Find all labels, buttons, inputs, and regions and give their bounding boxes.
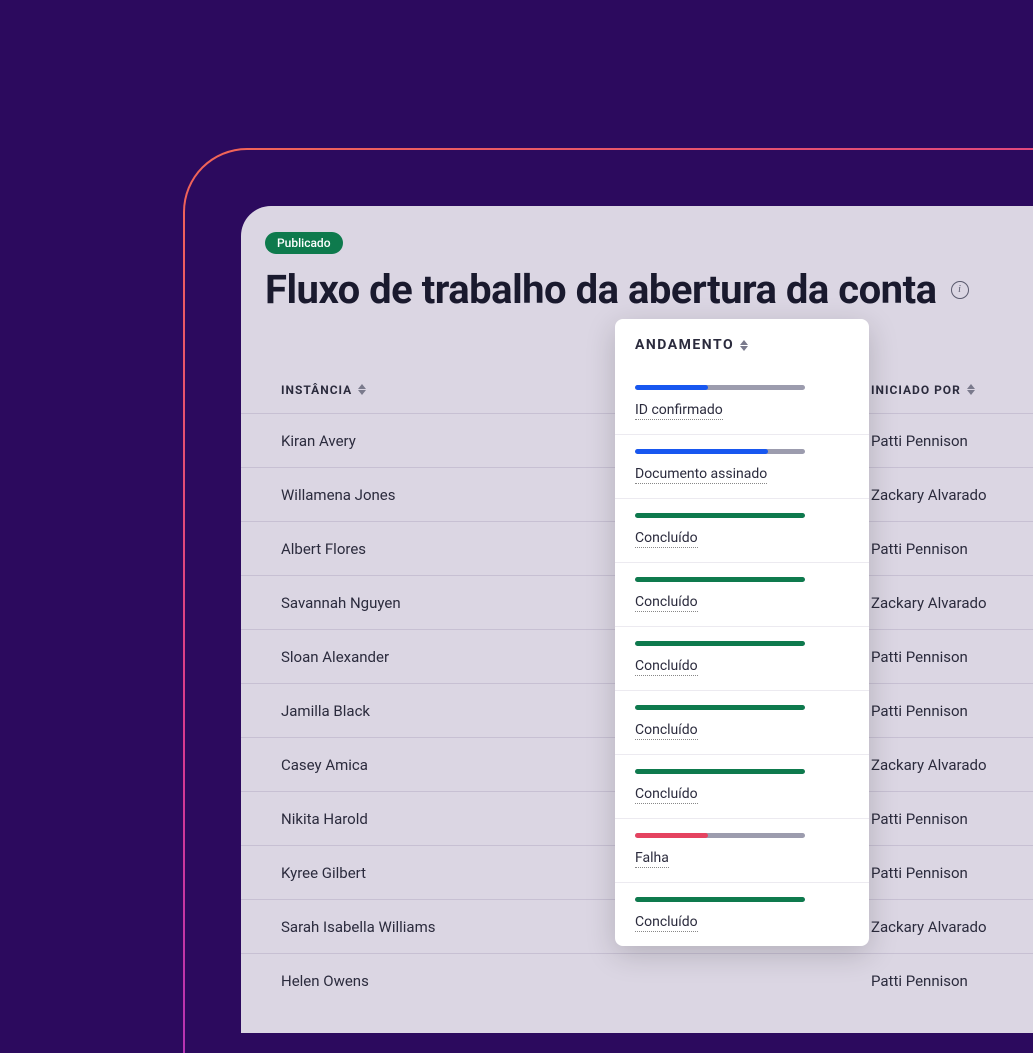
progress-status-text: Concluído [635, 594, 698, 612]
progress-bar-fill [635, 513, 805, 518]
progress-bar-fill [635, 385, 708, 390]
progress-row[interactable]: Concluído [615, 690, 869, 754]
progress-row[interactable]: Concluído [615, 562, 869, 626]
page-title: Fluxo de trabalho da abertura da conta [265, 266, 937, 313]
progress-bar-track [635, 385, 805, 390]
progress-bar-fill [635, 833, 708, 838]
progress-status-text: Concluído [635, 786, 698, 804]
column-header-instancia[interactable]: INSTÂNCIA [281, 383, 366, 397]
cell-iniciado-por: Patti Pennison [871, 972, 1033, 990]
progress-row[interactable]: Concluído [615, 882, 869, 946]
progress-bar-fill [635, 705, 805, 710]
cell-instancia: Helen Owens [241, 972, 871, 990]
cell-iniciado-por: Zackary Alvarado [871, 918, 1033, 936]
progress-status-text: Concluído [635, 530, 698, 548]
progress-bar-track [635, 513, 805, 518]
cell-iniciado-por: Zackary Alvarado [871, 756, 1033, 774]
progress-status-text: Concluído [635, 658, 698, 676]
progress-row[interactable]: Falha [615, 818, 869, 882]
progress-bar-track [635, 449, 805, 454]
progress-bar-track [635, 833, 805, 838]
cell-iniciado-por: Patti Pennison [871, 702, 1033, 720]
progress-bar-track [635, 705, 805, 710]
table-row[interactable]: Helen OwensPatti Pennison [241, 953, 1033, 1007]
progress-status-text: Documento assinado [635, 466, 767, 484]
card: Publicado Fluxo de trabalho da abertura … [241, 206, 1033, 1033]
sort-icon[interactable] [967, 384, 975, 395]
progress-status-text: Concluído [635, 914, 698, 932]
cell-iniciado-por: Patti Pennison [871, 810, 1033, 828]
info-icon[interactable]: i [951, 281, 969, 299]
sort-icon[interactable] [358, 384, 366, 395]
column-header-iniciado-label: INICIADO POR [871, 383, 961, 397]
progress-status-text: Concluído [635, 722, 698, 740]
progress-row[interactable]: Concluído [615, 626, 869, 690]
progress-row[interactable]: ID confirmado [615, 371, 869, 434]
cell-iniciado-por: Zackary Alvarado [871, 486, 1033, 504]
cell-iniciado-por: Patti Pennison [871, 540, 1033, 558]
progress-bar-track [635, 769, 805, 774]
column-header-instancia-label: INSTÂNCIA [281, 383, 352, 397]
column-header-iniciado-por[interactable]: INICIADO POR [871, 383, 975, 397]
cell-iniciado-por: Patti Pennison [871, 432, 1033, 450]
progress-row[interactable]: Concluído [615, 754, 869, 818]
progress-bar-fill [635, 641, 805, 646]
cell-iniciado-por: Patti Pennison [871, 864, 1033, 882]
progress-status-text: Falha [635, 850, 669, 868]
progress-panel: ANDAMENTO ID confirmado Documento assinad… [615, 319, 869, 946]
progress-bar-fill [635, 449, 768, 454]
progress-bar-track [635, 897, 805, 902]
progress-bar-track [635, 641, 805, 646]
progress-row[interactable]: Concluído [615, 498, 869, 562]
cell-iniciado-por: Zackary Alvarado [871, 594, 1033, 612]
progress-bar-fill [635, 769, 805, 774]
status-badge: Publicado [265, 232, 343, 254]
column-header-andamento[interactable]: ANDAMENTO [615, 319, 869, 371]
sort-icon[interactable] [740, 340, 748, 351]
progress-bar-fill [635, 577, 805, 582]
progress-row[interactable]: Documento assinado [615, 434, 869, 498]
cell-iniciado-por: Patti Pennison [871, 648, 1033, 666]
progress-bar-fill [635, 897, 805, 902]
progress-bar-track [635, 577, 805, 582]
column-header-andamento-label: ANDAMENTO [635, 337, 734, 353]
progress-status-text: ID confirmado [635, 402, 723, 420]
header: Publicado Fluxo de trabalho da abertura … [241, 206, 1033, 313]
